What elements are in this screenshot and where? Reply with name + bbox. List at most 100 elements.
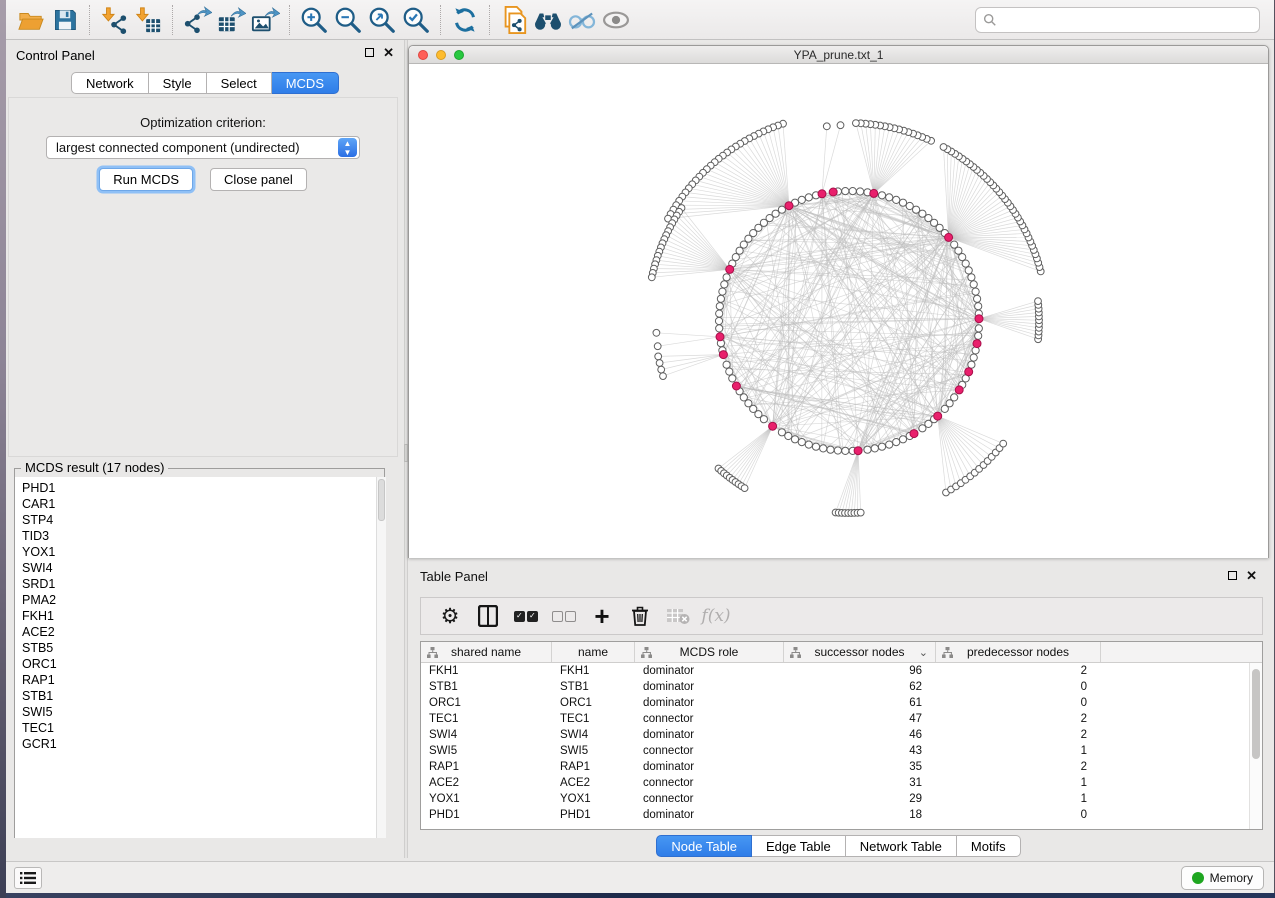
list-item[interactable]: GCR1 <box>22 736 386 752</box>
list-item[interactable]: CAR1 <box>22 496 386 512</box>
column-header-predecessor-nodes[interactable]: predecessor nodes <box>936 642 1101 662</box>
table-cell: 0 <box>936 679 1101 695</box>
list-item[interactable]: STP4 <box>22 512 386 528</box>
zoom-selected-icon[interactable] <box>399 4 433 36</box>
tab-node-table[interactable]: Node Table <box>656 835 752 857</box>
table-row[interactable]: YOX1YOX1connector291 <box>421 791 1262 807</box>
network-graph <box>409 64 1268 558</box>
float-panel-icon[interactable] <box>365 48 374 57</box>
list-item[interactable]: PMA2 <box>22 592 386 608</box>
table-row[interactable]: ACE2ACE2connector311 <box>421 775 1262 791</box>
column-header-empty <box>1101 642 1262 662</box>
export-network-icon[interactable] <box>180 4 214 36</box>
network-column-icon <box>641 647 652 658</box>
float-table-panel-icon[interactable] <box>1228 571 1237 580</box>
column-header-MCDS-role[interactable]: MCDS role <box>635 642 784 662</box>
column-header-shared-name[interactable]: shared name <box>421 642 552 662</box>
network-window-titlebar[interactable]: YPA_prune.txt_1 <box>409 46 1268 64</box>
run-mcds-button[interactable]: Run MCDS <box>99 168 193 191</box>
tab-style[interactable]: Style <box>149 72 207 94</box>
list-item[interactable]: STB1 <box>22 688 386 704</box>
table-cell: ACE2 <box>421 775 552 791</box>
table-cell: ORC1 <box>552 695 635 711</box>
list-item[interactable]: RAP1 <box>22 672 386 688</box>
export-table-icon[interactable] <box>214 4 248 36</box>
optimization-criterion-select[interactable]: largest connected component (undirected)… <box>46 136 360 159</box>
duplicate-network-icon[interactable] <box>497 4 531 36</box>
table-cell: 29 <box>784 791 936 807</box>
tab-edge-table[interactable]: Edge Table <box>752 835 846 857</box>
select-all-icon[interactable] <box>507 601 545 631</box>
import-table-icon[interactable] <box>131 4 165 36</box>
table-options-icon[interactable]: ⚙ <box>431 601 469 631</box>
table-cell: TEC1 <box>552 711 635 727</box>
close-panel-button[interactable]: Close panel <box>210 168 307 191</box>
table-cell: ORC1 <box>421 695 552 711</box>
list-item[interactable]: SWI5 <box>22 704 386 720</box>
table-row[interactable]: SWI4SWI4dominator462 <box>421 727 1262 743</box>
refresh-icon[interactable] <box>448 4 482 36</box>
toolbar-separator <box>89 5 90 35</box>
list-item[interactable]: PHD1 <box>22 480 386 496</box>
status-bar: Memory <box>6 861 1274 893</box>
list-icon <box>20 871 36 885</box>
list-item[interactable]: YOX1 <box>22 544 386 560</box>
tab-network-table[interactable]: Network Table <box>846 835 957 857</box>
status-menu-button[interactable] <box>14 867 42 889</box>
tab-select[interactable]: Select <box>207 72 272 94</box>
zoom-in-icon[interactable] <box>297 4 331 36</box>
zoom-out-icon[interactable] <box>331 4 365 36</box>
column-panel-icon[interactable] <box>469 601 507 631</box>
table-cell: SWI4 <box>421 727 552 743</box>
search-input[interactable] <box>1002 13 1259 27</box>
list-item[interactable]: FKH1 <box>22 608 386 624</box>
close-table-panel-icon[interactable]: ✕ <box>1246 571 1257 580</box>
search-box[interactable] <box>975 7 1260 33</box>
add-column-icon[interactable]: + <box>583 601 621 631</box>
memory-button[interactable]: Memory <box>1181 866 1264 890</box>
table-cell: connector <box>635 711 784 727</box>
mcds-result-list[interactable]: PHD1CAR1STP4TID3YOX1SWI4SRD1PMA2FKH1ACE2… <box>15 477 386 838</box>
list-item[interactable]: SWI4 <box>22 560 386 576</box>
table-row[interactable]: STB1STB1dominator620 <box>421 679 1262 695</box>
table-row[interactable]: PHD1PHD1dominator180 <box>421 807 1262 823</box>
table-row[interactable]: ORC1ORC1dominator610 <box>421 695 1262 711</box>
table-row[interactable]: TEC1TEC1connector472 <box>421 711 1262 727</box>
save-icon[interactable] <box>48 4 82 36</box>
deselect-all-icon[interactable] <box>545 601 583 631</box>
memory-label: Memory <box>1210 871 1253 885</box>
export-image-icon[interactable] <box>248 4 282 36</box>
list-item[interactable]: TID3 <box>22 528 386 544</box>
tab-network[interactable]: Network <box>71 72 149 94</box>
column-header-name[interactable]: name <box>552 642 635 662</box>
table-row[interactable]: RAP1RAP1dominator352 <box>421 759 1262 775</box>
show-view-icon[interactable] <box>599 4 633 36</box>
table-row[interactable]: SWI5SWI5connector431 <box>421 743 1262 759</box>
delete-column-icon[interactable] <box>621 601 659 631</box>
list-item[interactable]: SRD1 <box>22 576 386 592</box>
list-item[interactable]: ACE2 <box>22 624 386 640</box>
node-table[interactable]: shared namenameMCDS rolesuccessor nodes⌄… <box>420 641 1263 830</box>
table-scrollbar[interactable] <box>1249 663 1262 830</box>
table-cell: 2 <box>936 759 1101 775</box>
tab-motifs[interactable]: Motifs <box>957 835 1021 857</box>
list-item[interactable]: ORC1 <box>22 656 386 672</box>
list-item[interactable]: TEC1 <box>22 720 386 736</box>
table-cell: SWI5 <box>552 743 635 759</box>
column-header-successor-nodes[interactable]: successor nodes⌄ <box>784 642 936 662</box>
import-network-icon[interactable] <box>97 4 131 36</box>
hide-details-icon[interactable] <box>565 4 599 36</box>
open-icon[interactable] <box>14 4 48 36</box>
network-canvas[interactable] <box>409 64 1268 558</box>
search-network-icon[interactable] <box>531 4 565 36</box>
zoom-fit-icon[interactable] <box>365 4 399 36</box>
table-cell: 1 <box>936 775 1101 791</box>
list-scrollbar[interactable] <box>376 477 386 838</box>
close-panel-icon[interactable]: ✕ <box>383 48 394 57</box>
table-header: shared namenameMCDS rolesuccessor nodes⌄… <box>421 642 1262 663</box>
tab-mcds[interactable]: MCDS <box>272 72 339 94</box>
table-cell: 61 <box>784 695 936 711</box>
toolbar-separator <box>440 5 441 35</box>
list-item[interactable]: STB5 <box>22 640 386 656</box>
table-row[interactable]: FKH1FKH1dominator962 <box>421 663 1262 679</box>
